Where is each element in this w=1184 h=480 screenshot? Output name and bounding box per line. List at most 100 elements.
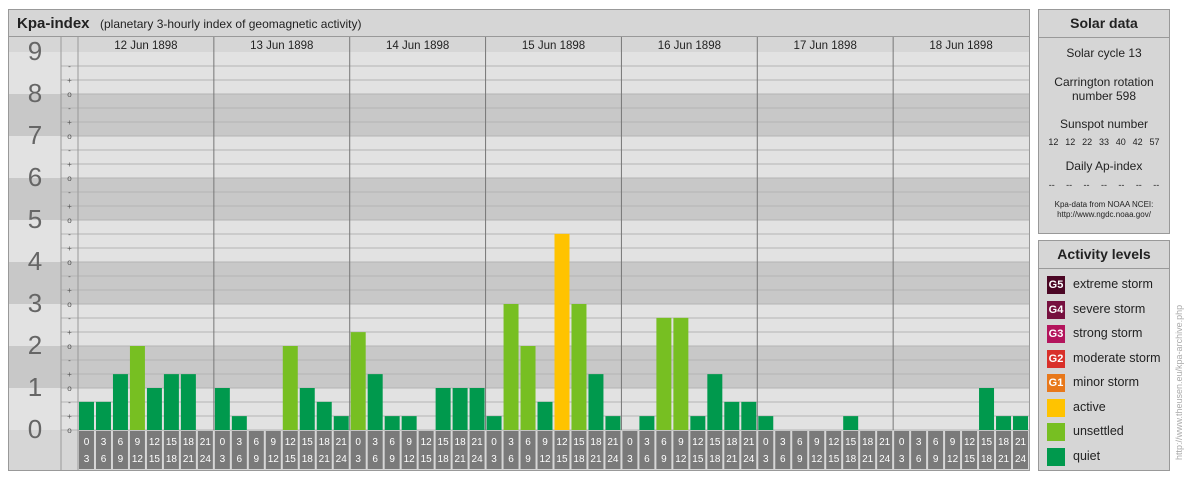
day-label: 16 Jun 1898 bbox=[658, 40, 721, 52]
hour-start-label: 21 bbox=[607, 437, 619, 448]
legend-swatch: G4 bbox=[1047, 300, 1065, 319]
day-label: 15 Jun 1898 bbox=[522, 40, 585, 52]
hour-end-label: 12 bbox=[539, 454, 551, 465]
kpa-bar bbox=[231, 416, 247, 430]
y-tick-label: 7 bbox=[28, 120, 42, 150]
hour-start-label: 0 bbox=[763, 437, 769, 448]
hour-end-label: 12 bbox=[404, 454, 416, 465]
minor-tick-label: o bbox=[67, 300, 72, 309]
kpa-bar bbox=[180, 374, 196, 430]
hour-start-label: 18 bbox=[590, 437, 602, 448]
hour-end-label: 9 bbox=[389, 454, 395, 465]
minor-tick-label: o bbox=[67, 258, 72, 267]
hour-start-label: 21 bbox=[336, 437, 348, 448]
hour-start-label: 6 bbox=[797, 437, 803, 448]
kpa-bar bbox=[979, 388, 995, 430]
ap-value: -- bbox=[1066, 180, 1073, 190]
hour-start-label: 9 bbox=[542, 437, 548, 448]
kpa-bar bbox=[282, 346, 298, 430]
hour-start-label: 15 bbox=[302, 437, 314, 448]
hour-start-label: 15 bbox=[981, 437, 993, 448]
sunspot-value: 12 bbox=[1048, 137, 1059, 147]
ap-value: -- bbox=[1048, 180, 1055, 190]
hour-start-label: 0 bbox=[355, 437, 361, 448]
hour-start-label: 15 bbox=[573, 437, 585, 448]
carrington-line2: number 598 bbox=[1071, 89, 1137, 103]
minor-tick-label: o bbox=[67, 384, 72, 393]
hour-end-label: 21 bbox=[183, 454, 195, 465]
legend-item: G1 minor storm bbox=[1047, 372, 1171, 392]
hour-end-label: 9 bbox=[661, 454, 667, 465]
minor-tick-label: + bbox=[67, 412, 72, 421]
hour-start-label: 12 bbox=[828, 437, 840, 448]
hour-end-label: 3 bbox=[84, 454, 90, 465]
legend-item: G2 moderate storm bbox=[1047, 348, 1171, 368]
ap-value: -- bbox=[1118, 180, 1125, 190]
band-row bbox=[9, 178, 1029, 220]
hour-end-label: 6 bbox=[237, 454, 243, 465]
kpa-bar bbox=[367, 374, 383, 430]
y-tick-label: 1 bbox=[28, 372, 42, 402]
minor-tick-label: - bbox=[68, 146, 71, 155]
kpa-bar bbox=[554, 233, 570, 430]
legend-swatch bbox=[1047, 398, 1065, 417]
hour-start-label: 0 bbox=[899, 437, 905, 448]
hour-end-label: 3 bbox=[899, 454, 905, 465]
kpa-bar bbox=[79, 401, 94, 430]
hour-end-label: 9 bbox=[118, 454, 124, 465]
hour-end-label: 21 bbox=[590, 454, 602, 465]
hour-end-label: 6 bbox=[644, 454, 650, 465]
solar-data-panel: Solar data Solar cycle 13 Carrington rot… bbox=[1038, 9, 1170, 234]
minor-tick-label: o bbox=[67, 132, 72, 141]
hour-end-label: 21 bbox=[455, 454, 467, 465]
minor-tick-label: + bbox=[67, 328, 72, 337]
hour-end-label: 21 bbox=[319, 454, 331, 465]
ap-value: -- bbox=[1083, 180, 1090, 190]
hour-end-label: 18 bbox=[302, 454, 314, 465]
kpa-bar bbox=[350, 332, 366, 430]
y-tick-label: 4 bbox=[28, 246, 42, 276]
sunspot-value: 33 bbox=[1098, 137, 1109, 147]
day-label: 14 Jun 1898 bbox=[386, 40, 449, 52]
kpa-bar bbox=[707, 374, 723, 430]
hour-start-label: 15 bbox=[166, 437, 178, 448]
hour-end-label: 9 bbox=[933, 454, 939, 465]
y-tick-label: 9 bbox=[28, 36, 42, 66]
hour-end-label: 21 bbox=[726, 454, 738, 465]
hour-end-label: 21 bbox=[862, 454, 874, 465]
y-tick-label: 6 bbox=[28, 162, 42, 192]
source-line2: http://www.ngdc.noaa.gov/ bbox=[1057, 210, 1151, 219]
hour-start-label: 6 bbox=[933, 437, 939, 448]
hour-end-label: 24 bbox=[607, 454, 619, 465]
hour-end-label: 3 bbox=[763, 454, 769, 465]
minor-tick-label: - bbox=[68, 230, 71, 239]
legend-item: unsettled bbox=[1047, 421, 1171, 441]
legend-label: active bbox=[1073, 399, 1106, 414]
legend-item: active bbox=[1047, 397, 1171, 417]
hour-end-label: 3 bbox=[355, 454, 361, 465]
kpa-bar bbox=[656, 317, 672, 430]
hour-start-label: 9 bbox=[406, 437, 412, 448]
day-label: 12 Jun 1898 bbox=[114, 40, 177, 52]
activity-levels-title: Activity levels bbox=[1039, 241, 1169, 269]
legend-label: strong storm bbox=[1073, 326, 1143, 340]
hour-end-label: 3 bbox=[220, 454, 226, 465]
ap-value: -- bbox=[1100, 180, 1107, 190]
legend-item: G3 strong storm bbox=[1047, 323, 1171, 343]
legend-swatch bbox=[1047, 423, 1065, 441]
hour-start-label: 18 bbox=[862, 437, 874, 448]
hour-start-label: 3 bbox=[237, 437, 243, 448]
kpa-bar bbox=[333, 416, 349, 430]
kpa-bar bbox=[996, 416, 1012, 430]
kpa-bar bbox=[588, 374, 604, 430]
y-tick-label: 5 bbox=[28, 204, 42, 234]
band-row bbox=[9, 262, 1029, 304]
minor-tick-label: - bbox=[68, 62, 71, 71]
kpa-bar bbox=[384, 416, 400, 430]
minor-tick-label: o bbox=[67, 90, 72, 99]
band-row bbox=[9, 136, 1029, 178]
hour-start-label: 18 bbox=[455, 437, 467, 448]
legend-swatch: G1 bbox=[1047, 374, 1065, 392]
hour-end-label: 18 bbox=[573, 454, 585, 465]
minor-tick-label: + bbox=[67, 370, 72, 379]
